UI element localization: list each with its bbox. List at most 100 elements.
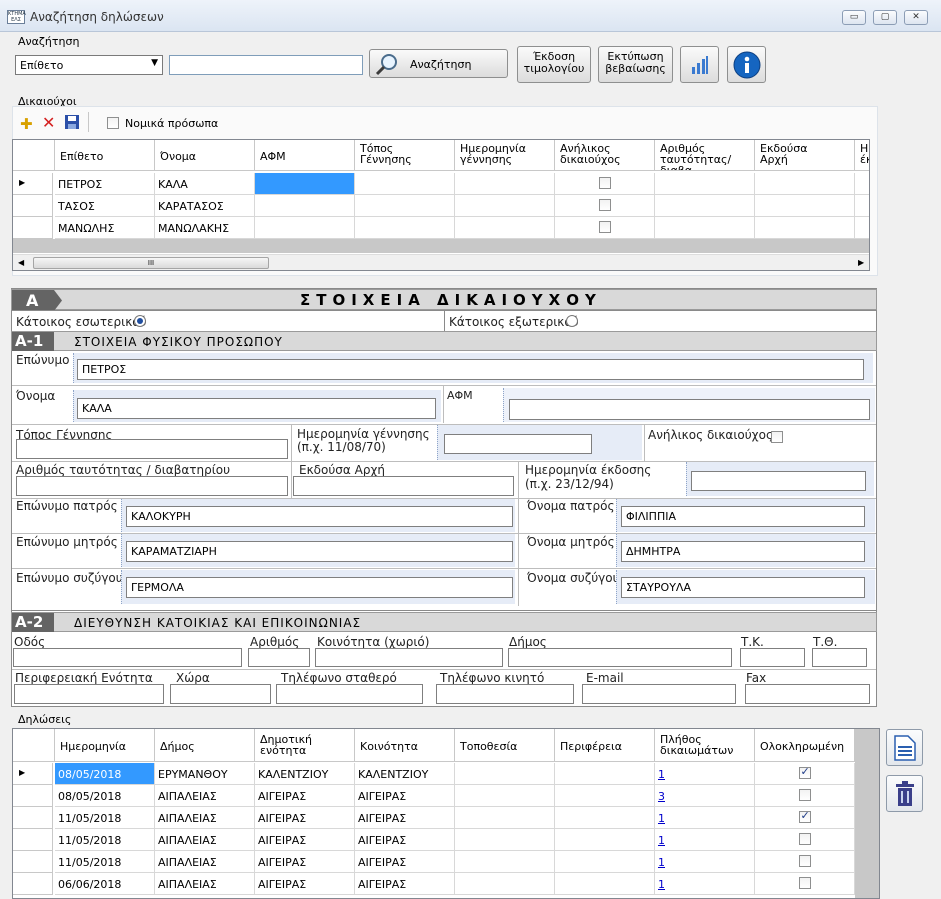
table-cell[interactable] bbox=[255, 195, 355, 217]
table-cell-selected[interactable]: 08/05/2018 bbox=[55, 763, 155, 785]
table-cell[interactable]: ΜΑΝΩΛΑΚΗΣ bbox=[155, 217, 255, 239]
search-input[interactable] bbox=[169, 55, 363, 75]
print-certificate-button[interactable]: Εκτύπωση βεβαίωσης bbox=[598, 46, 673, 83]
delete-icon[interactable]: ✕ bbox=[42, 113, 55, 132]
completed-checkbox[interactable]: ✓ bbox=[798, 765, 811, 779]
table-cell[interactable]: ΚΑΛΕΝΤΖΙΟΥ bbox=[355, 763, 455, 785]
horizontal-scrollbar[interactable]: ◀ III ▶ bbox=[13, 254, 869, 270]
minimize-button[interactable]: ▭ bbox=[842, 10, 866, 25]
search-button[interactable]: Αναζήτηση bbox=[369, 49, 508, 78]
column-header[interactable]: ΑΦΜ bbox=[255, 140, 355, 171]
table-cell[interactable]: ΑΙΓΕΙΡΑΣ bbox=[355, 851, 455, 873]
scroll-left-icon[interactable]: ◀ bbox=[18, 258, 24, 267]
column-header[interactable]: Ημερομηνία bbox=[55, 729, 155, 762]
table-cell[interactable]: 1 bbox=[655, 851, 755, 873]
search-field-select[interactable]: Επίθετο ▼ bbox=[15, 55, 163, 75]
table-cell[interactable]: ✓ bbox=[755, 763, 855, 785]
table-cell[interactable] bbox=[855, 217, 869, 239]
table-cell[interactable]: ΤΑΣΟΣ bbox=[55, 195, 155, 217]
column-header[interactable]: Η έκ bbox=[855, 140, 869, 171]
spouse-surname-field[interactable]: ΓΕΡΜΟΛΑ bbox=[126, 577, 513, 598]
table-cell[interactable]: ΑΙΠΑΛΕΙΑΣ bbox=[155, 807, 255, 829]
street-field[interactable] bbox=[13, 648, 242, 667]
mother-name-field[interactable]: ΔΗΜΗΤΡΑ bbox=[621, 541, 865, 562]
table-cell[interactable] bbox=[755, 785, 855, 807]
fax-field[interactable] bbox=[745, 684, 870, 704]
regional-unit-field[interactable] bbox=[14, 684, 164, 704]
table-cell[interactable] bbox=[755, 873, 855, 895]
table-cell[interactable] bbox=[555, 807, 655, 829]
column-header[interactable]: Τόπος Γέννησης bbox=[355, 140, 455, 171]
maximize-button[interactable]: ▢ bbox=[873, 10, 897, 25]
row-header[interactable] bbox=[13, 195, 53, 217]
column-header[interactable]: Όνομα bbox=[155, 140, 255, 171]
row-header[interactable] bbox=[13, 807, 53, 829]
issue-invoice-button[interactable]: Έκδοση τιμολογίου bbox=[517, 46, 591, 83]
table-cell[interactable] bbox=[455, 873, 555, 895]
minor-beneficiary-checkbox[interactable] bbox=[771, 431, 783, 443]
delete-declaration-button[interactable] bbox=[886, 775, 923, 812]
minor-checkbox[interactable] bbox=[598, 221, 611, 233]
table-cell[interactable] bbox=[555, 829, 655, 851]
minor-checkbox[interactable] bbox=[598, 177, 611, 189]
completed-checkbox[interactable] bbox=[798, 789, 811, 801]
column-header[interactable]: Τοποθεσία bbox=[455, 729, 555, 762]
table-cell[interactable]: 06/06/2018 bbox=[55, 873, 155, 895]
email-field[interactable] bbox=[582, 684, 736, 704]
table-cell[interactable] bbox=[455, 173, 555, 195]
table-cell[interactable]: 11/05/2018 bbox=[55, 807, 155, 829]
table-cell[interactable] bbox=[455, 851, 555, 873]
table-cell[interactable]: 11/05/2018 bbox=[55, 829, 155, 851]
table-cell[interactable] bbox=[455, 763, 555, 785]
legal-entities-checkbox[interactable] bbox=[107, 117, 119, 129]
completed-checkbox[interactable]: ✓ bbox=[798, 809, 811, 823]
table-cell[interactable] bbox=[555, 851, 655, 873]
row-header[interactable] bbox=[13, 217, 53, 239]
column-header[interactable]: Επίθετο bbox=[55, 140, 155, 171]
row-header[interactable]: ▶ bbox=[13, 173, 53, 195]
table-cell[interactable]: ΑΙΓΕΙΡΑΣ bbox=[255, 873, 355, 895]
birthplace-field[interactable] bbox=[16, 439, 288, 459]
table-cell[interactable]: 1 bbox=[655, 763, 755, 785]
table-cell[interactable]: ΚΑΛΑ bbox=[155, 173, 255, 195]
table-cell[interactable] bbox=[755, 217, 855, 239]
number-field[interactable] bbox=[248, 648, 310, 667]
rights-count-link[interactable]: 1 bbox=[658, 768, 665, 781]
table-cell[interactable]: 1 bbox=[655, 873, 755, 895]
table-cell[interactable] bbox=[755, 829, 855, 851]
column-header[interactable]: Δήμος bbox=[155, 729, 255, 762]
table-cell[interactable]: ΚΑΛΕΝΤΖΙΟΥ bbox=[255, 763, 355, 785]
row-header[interactable] bbox=[13, 851, 53, 873]
completed-checkbox[interactable] bbox=[798, 855, 811, 867]
id-number-field[interactable] bbox=[16, 476, 288, 496]
table-cell[interactable]: ✓ bbox=[755, 807, 855, 829]
column-header[interactable]: Ημερομηνία γέννησης bbox=[455, 140, 555, 171]
column-header[interactable]: Ολοκληρωμένη bbox=[755, 729, 855, 762]
table-cell[interactable]: 3 bbox=[655, 785, 755, 807]
table-cell[interactable] bbox=[555, 173, 655, 195]
table-cell[interactable] bbox=[455, 217, 555, 239]
table-cell[interactable] bbox=[655, 195, 755, 217]
table-cell[interactable]: ΑΙΓΕΙΡΑΣ bbox=[255, 807, 355, 829]
column-header[interactable]: Πλήθος δικαιωμάτων bbox=[655, 729, 755, 762]
postal-code-field[interactable] bbox=[740, 648, 805, 667]
column-header[interactable]: Εκδούσα Αρχή bbox=[755, 140, 855, 171]
table-cell[interactable]: ΑΙΓΕΙΡΑΣ bbox=[355, 829, 455, 851]
table-cell[interactable] bbox=[755, 851, 855, 873]
po-box-field[interactable] bbox=[812, 648, 867, 667]
municipality-field[interactable] bbox=[508, 648, 732, 667]
table-cell[interactable]: ΠΕΤΡΟΣ bbox=[55, 173, 155, 195]
issue-date-field[interactable] bbox=[691, 471, 866, 491]
column-header[interactable]: Κοινότητα bbox=[355, 729, 455, 762]
resident-outside-radio[interactable] bbox=[566, 315, 578, 327]
scroll-thumb[interactable]: III bbox=[33, 257, 269, 269]
father-surname-field[interactable]: ΚΑΛΟΚΥΡΗ bbox=[126, 506, 513, 527]
table-cell[interactable] bbox=[455, 829, 555, 851]
table-cell[interactable]: 11/05/2018 bbox=[55, 851, 155, 873]
table-cell[interactable]: 1 bbox=[655, 807, 755, 829]
table-cell[interactable]: ΕΡΥΜΑΝΘΟΥ bbox=[155, 763, 255, 785]
table-cell[interactable] bbox=[755, 173, 855, 195]
completed-checkbox[interactable] bbox=[798, 877, 811, 889]
new-document-button[interactable] bbox=[886, 729, 923, 766]
table-cell[interactable]: ΑΙΠΑΛΕΙΑΣ bbox=[155, 785, 255, 807]
